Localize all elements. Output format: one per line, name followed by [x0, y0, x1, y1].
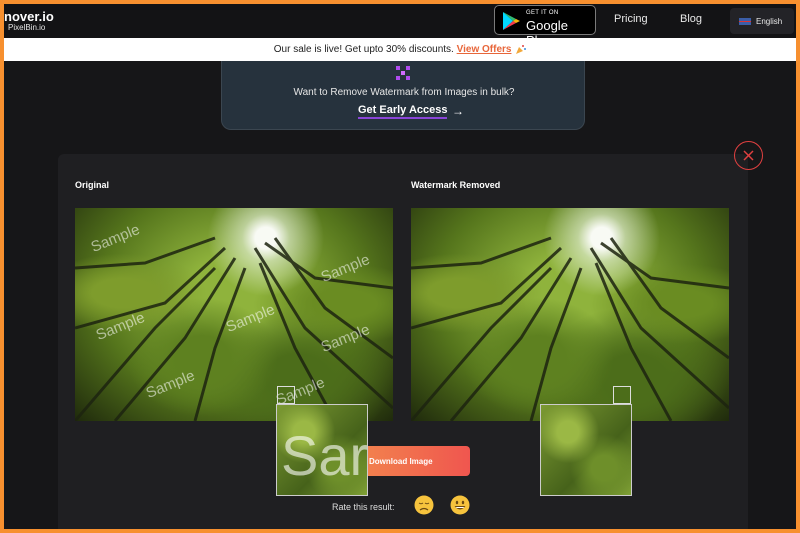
sale-text: Our sale is live! Get upto 30% discounts… [273, 44, 454, 55]
original-image: Sample Sample Sample Sample Sample Sampl… [75, 208, 393, 421]
watermark-removed-image [411, 208, 729, 421]
tree-branches [411, 236, 729, 421]
zoom-preview-removed [540, 404, 632, 496]
tree-branches [75, 236, 393, 421]
original-label: Original [75, 180, 110, 190]
close-icon [743, 150, 754, 161]
clean-forest-photo [411, 208, 729, 421]
watermark-removed-label: Watermark Removed [411, 180, 501, 190]
magnifier-lens-removed[interactable] [613, 386, 631, 404]
download-label: Download Image [369, 457, 433, 466]
app-frame: nover.io PixelBin.io GET IT ON Google Pl… [4, 4, 796, 529]
nav-blog[interactable]: Blog [680, 13, 702, 25]
bulk-question: Want to Remove Watermark from Images in … [293, 87, 515, 98]
logo-subtitle: PixelBin.io [8, 23, 46, 32]
google-play-icon [503, 12, 520, 30]
zoom-preview-original: Sar [276, 404, 368, 496]
pixelbin-icon [396, 66, 410, 80]
top-navbar: nover.io PixelBin.io GET IT ON Google Pl… [4, 4, 796, 48]
rate-label: Rate this result: [332, 502, 395, 512]
language-label: English [756, 17, 783, 26]
zoomed-watermark-text: Sar [281, 424, 368, 487]
sad-face-icon[interactable] [414, 495, 434, 515]
zoomed-foliage [541, 405, 631, 495]
logo[interactable]: nover.io [4, 9, 54, 24]
nav-pricing[interactable]: Pricing [614, 13, 648, 25]
early-access-link[interactable]: Get Early Access [358, 104, 448, 119]
google-play-badge[interactable]: GET IT ON Google Play [494, 5, 596, 48]
arrow-right-icon[interactable]: → [452, 104, 464, 118]
party-popper-icon [516, 45, 527, 55]
sale-banner: Our sale is live! Get upto 30% discounts… [4, 38, 796, 61]
google-play-top-text: GET IT ON [526, 10, 559, 16]
view-offers-link[interactable]: View Offers [457, 44, 512, 55]
uk-flag-icon [739, 18, 751, 25]
happy-face-icon[interactable] [450, 495, 470, 515]
close-button[interactable] [734, 141, 763, 170]
original-forest-photo [75, 208, 393, 421]
magnifier-lens-original[interactable] [277, 386, 295, 404]
language-selector[interactable]: English [730, 8, 794, 34]
bulk-access-card: Want to Remove Watermark from Images in … [221, 61, 585, 130]
